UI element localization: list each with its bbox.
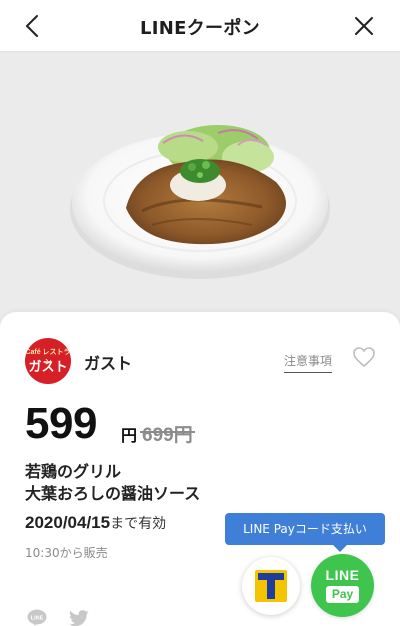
heart-icon[interactable]: [352, 346, 376, 368]
price-unit: 円: [121, 426, 138, 445]
line-icon[interactable]: LINE: [27, 609, 47, 626]
expiry-text: 2020/04/15まで有効: [25, 513, 166, 533]
header-bar: LINEクーポン: [0, 0, 400, 52]
brand-logo[interactable]: Café レストラン ガスト: [25, 338, 71, 384]
sale-time: 10:30から販売: [25, 546, 108, 560]
page-title: LINEクーポン: [140, 18, 260, 39]
brand-logo-text: ガスト: [28, 360, 68, 375]
linepay-pay-label: Pay: [326, 586, 359, 603]
linepay-tooltip[interactable]: LINE Payコード支払い: [225, 513, 385, 552]
coupon-page: LINEクーポン Café レストラン ガスト ガスト 注意事項 599 円 6…: [0, 0, 400, 626]
close-icon[interactable]: [352, 14, 376, 38]
brand-name[interactable]: ガスト: [84, 350, 132, 374]
original-price: 699円: [140, 420, 195, 447]
twitter-icon[interactable]: [68, 610, 90, 626]
tpoint-icon: [255, 570, 287, 602]
chevron-left-icon[interactable]: [20, 13, 46, 39]
expiry-suffix: まで有効: [110, 516, 167, 532]
tpoint-button[interactable]: [242, 557, 300, 615]
linepay-button[interactable]: LINE Pay: [311, 554, 374, 617]
notice-link[interactable]: 注意事項: [284, 352, 333, 373]
expiry-date: 2020/04/15: [25, 513, 111, 532]
discount-price: 599: [25, 399, 97, 448]
item-name-line2: 大葉おろしの醤油ソース: [25, 484, 201, 503]
linepay-line-label: LINE: [325, 567, 360, 583]
line-icon-label: LINE: [31, 616, 44, 622]
item-name-line1: 若鶏のグリル: [25, 462, 122, 481]
food-photo: [70, 125, 330, 279]
product-photo-area: [0, 53, 400, 328]
